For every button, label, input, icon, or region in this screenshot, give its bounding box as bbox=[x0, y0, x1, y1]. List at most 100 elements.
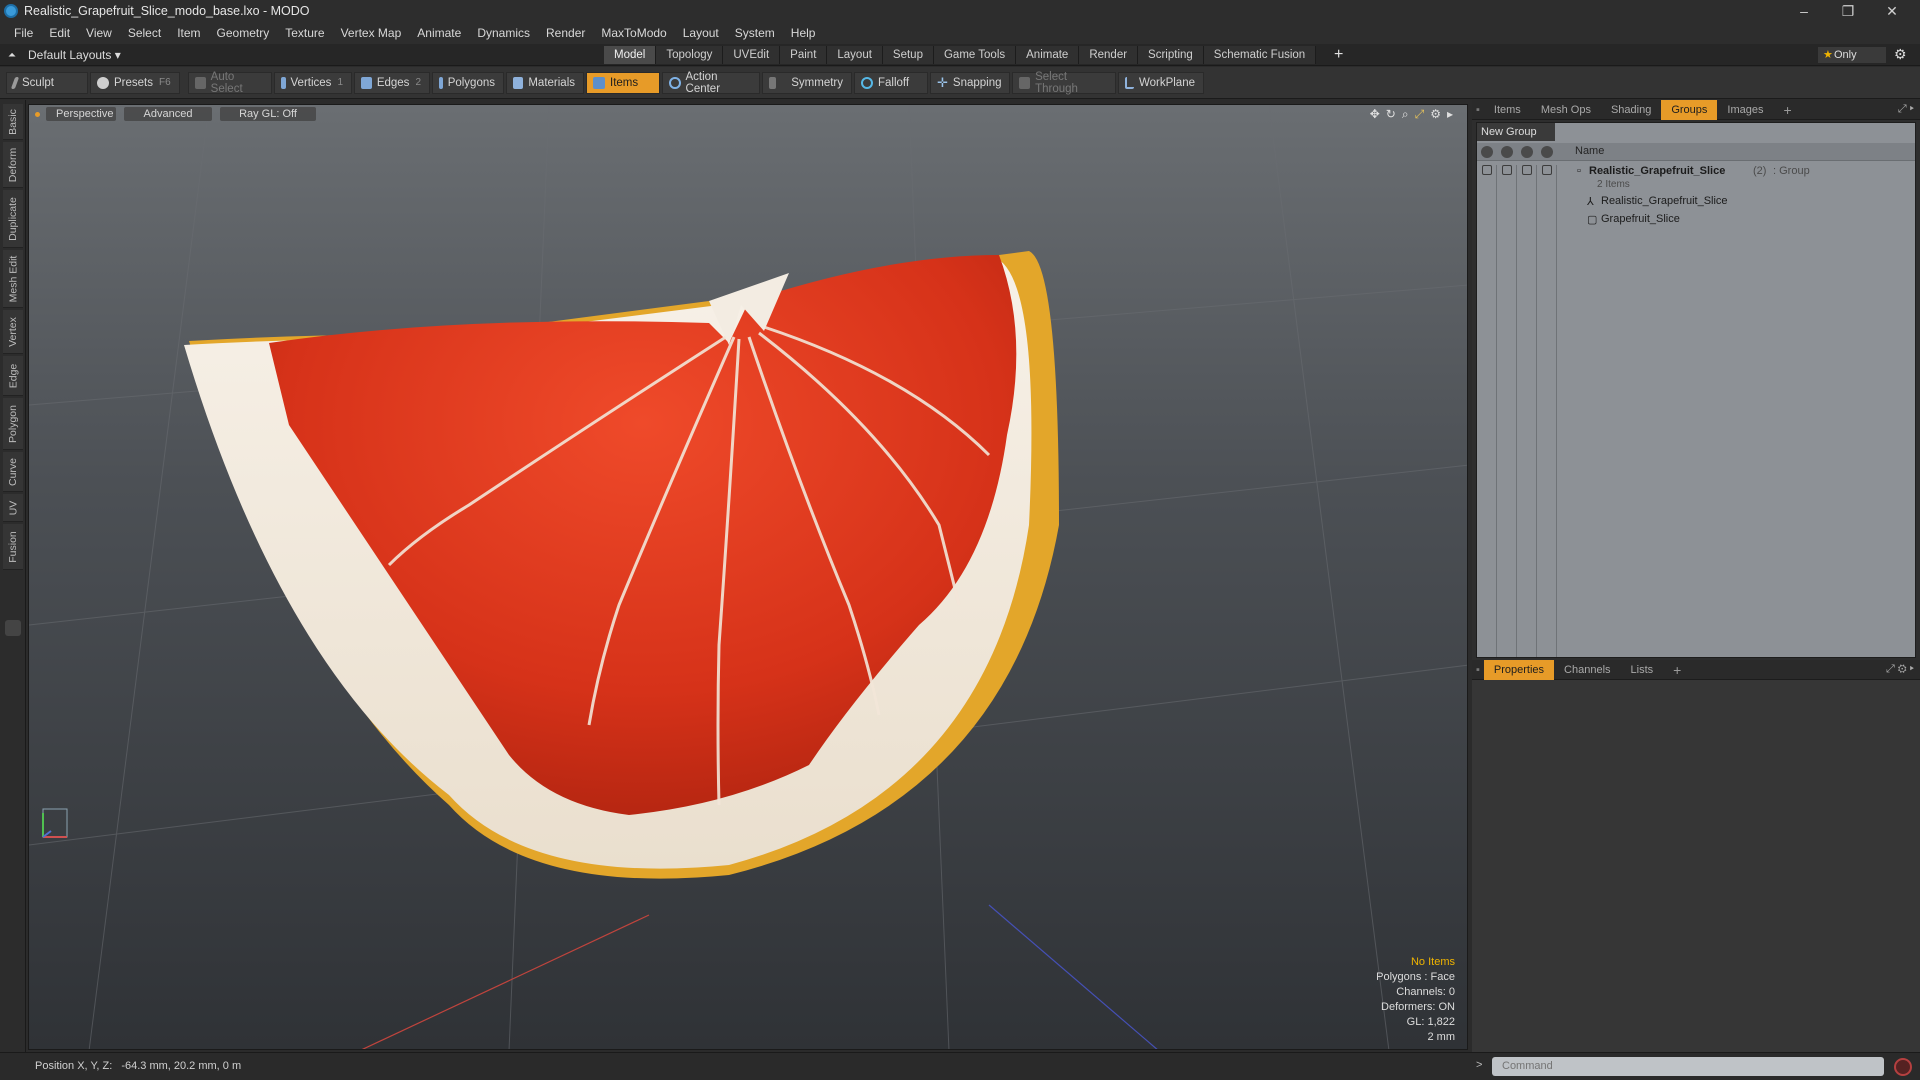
items-button[interactable]: Items bbox=[586, 71, 660, 94]
menu-maxtomodo[interactable]: MaxToModo bbox=[593, 22, 674, 44]
vtab-edge[interactable]: Edge bbox=[3, 356, 23, 396]
menu-texture[interactable]: Texture bbox=[277, 22, 332, 44]
polygons-button[interactable]: Polygons bbox=[432, 71, 504, 94]
command-input[interactable] bbox=[1492, 1057, 1884, 1076]
layout-selector[interactable]: ⏶ Default Layouts ▾ bbox=[8, 47, 121, 63]
vtab-curve-label: Curve bbox=[7, 457, 20, 486]
add-properties-tab-icon[interactable]: + bbox=[1663, 660, 1691, 680]
menu-help[interactable]: Help bbox=[783, 22, 824, 44]
add-panel-tab-icon[interactable]: + bbox=[1773, 100, 1801, 120]
only-toggle[interactable]: ★ Only bbox=[1818, 47, 1886, 63]
properties-expand-icon[interactable]: ⤢ ⚙ ▸ bbox=[1886, 663, 1914, 676]
tab-topology[interactable]: Topology bbox=[656, 46, 724, 64]
tab-items[interactable]: Items bbox=[1484, 100, 1531, 120]
menu-item[interactable]: Item bbox=[169, 22, 208, 44]
lock-column-icon[interactable] bbox=[1521, 146, 1533, 158]
tab-groups[interactable]: Groups bbox=[1661, 99, 1718, 120]
menu-dynamics[interactable]: Dynamics bbox=[469, 22, 538, 44]
panel-expand-icon[interactable]: ⤢ ▸ bbox=[1898, 103, 1914, 116]
menu-file[interactable]: File bbox=[6, 22, 41, 44]
eye-icon[interactable] bbox=[1482, 165, 1492, 175]
close-button[interactable]: ✕ bbox=[1870, 0, 1914, 22]
panel-menu-icon[interactable]: ▪ bbox=[1472, 100, 1484, 120]
menu-view[interactable]: View bbox=[78, 22, 120, 44]
tab-mesh-ops[interactable]: Mesh Ops bbox=[1531, 100, 1601, 120]
select-through-label: Select Through bbox=[1035, 70, 1078, 95]
vtab-vertex[interactable]: Vertex bbox=[3, 310, 23, 354]
symmetry-button[interactable]: Symmetry bbox=[762, 71, 852, 94]
select-column-icon[interactable] bbox=[1541, 146, 1553, 158]
auto-select-button[interactable]: Auto Select bbox=[188, 71, 272, 95]
tab-setup[interactable]: Setup bbox=[882, 46, 934, 64]
menu-geometry[interactable]: Geometry bbox=[209, 22, 278, 44]
presets-button[interactable]: Presets F6 bbox=[90, 71, 180, 94]
vtab-curve[interactable]: Curve bbox=[3, 452, 23, 492]
vertices-button[interactable]: Vertices 1 bbox=[274, 71, 352, 94]
new-group-button[interactable]: New Group bbox=[1477, 123, 1555, 141]
panel-toggle-button[interactable] bbox=[5, 620, 21, 636]
record-macro-icon[interactable] bbox=[1894, 1058, 1912, 1076]
edges-button[interactable]: Edges 2 bbox=[354, 71, 430, 94]
raygl-button[interactable]: Ray GL: Off bbox=[220, 107, 316, 121]
3d-viewport[interactable]: Perspective Advanced Ray GL: Off ✥ ↻ ⌕ ⤢… bbox=[28, 104, 1468, 1050]
render-column-icon[interactable] bbox=[1501, 146, 1513, 158]
tab-schematic-fusion[interactable]: Schematic Fusion bbox=[1203, 46, 1317, 64]
visibility-column-icon[interactable] bbox=[1481, 146, 1493, 158]
vtab-polygon[interactable]: Polygon bbox=[3, 398, 23, 450]
menu-vertex-map[interactable]: Vertex Map bbox=[333, 22, 410, 44]
viewport-menu-dot[interactable] bbox=[35, 111, 40, 117]
menu-render[interactable]: Render bbox=[538, 22, 593, 44]
menu-system[interactable]: System bbox=[727, 22, 783, 44]
vtab-uv[interactable]: UV bbox=[3, 494, 23, 522]
tab-channels[interactable]: Channels bbox=[1554, 660, 1620, 680]
lock-toggle-icon[interactable] bbox=[1522, 165, 1532, 175]
menu-layout[interactable]: Layout bbox=[675, 22, 727, 44]
vtab-deform[interactable]: Deform bbox=[3, 142, 23, 188]
vtab-mesh-edit[interactable]: Mesh Edit bbox=[3, 250, 23, 308]
render-toggle-icon[interactable] bbox=[1502, 165, 1512, 175]
properties-menu-icon[interactable]: ▪ bbox=[1472, 660, 1484, 680]
action-center-button[interactable]: Action Center bbox=[662, 71, 760, 95]
shading-mode-button[interactable]: Advanced bbox=[124, 107, 212, 121]
add-tab-button[interactable]: + bbox=[1334, 44, 1343, 66]
restore-button[interactable]: ❐ bbox=[1826, 0, 1870, 22]
pan-icon[interactable]: ✥ bbox=[1370, 107, 1380, 122]
workplane-button[interactable]: WorkPlane bbox=[1118, 71, 1204, 94]
gear-icon[interactable]: ⚙ bbox=[1894, 46, 1907, 63]
select-toggle-icon[interactable] bbox=[1542, 165, 1552, 175]
view-mode-button[interactable]: Perspective bbox=[46, 107, 116, 121]
vtab-basic[interactable]: Basic bbox=[3, 104, 23, 140]
fit-icon[interactable]: ⤢ bbox=[1415, 107, 1425, 122]
vtab-duplicate[interactable]: Duplicate bbox=[3, 190, 23, 248]
expand-arrow-icon[interactable]: ▸ bbox=[1447, 107, 1453, 122]
tab-model[interactable]: Model bbox=[604, 46, 657, 64]
tab-layout[interactable]: Layout bbox=[827, 46, 883, 64]
tab-properties[interactable]: Properties bbox=[1483, 659, 1555, 680]
group-member-row[interactable]: ▢ Grapefruit_Slice bbox=[1477, 213, 1915, 229]
tab-scripting[interactable]: Scripting bbox=[1138, 46, 1204, 64]
select-through-button[interactable]: Select Through bbox=[1012, 70, 1116, 95]
group-member-row[interactable]: ⅄ Realistic_Grapefruit_Slice bbox=[1477, 195, 1915, 211]
tab-shading[interactable]: Shading bbox=[1601, 100, 1661, 120]
tab-render[interactable]: Render bbox=[1079, 46, 1139, 64]
materials-button[interactable]: Materials bbox=[506, 71, 584, 94]
tab-lists[interactable]: Lists bbox=[1621, 660, 1664, 680]
rotate-icon[interactable]: ↻ bbox=[1386, 107, 1396, 122]
snapping-button[interactable]: ✛ Snapping bbox=[930, 71, 1010, 94]
sculpt-button[interactable]: Sculpt bbox=[6, 71, 88, 94]
menu-select[interactable]: Select bbox=[120, 22, 169, 44]
tab-game-tools[interactable]: Game Tools bbox=[933, 46, 1017, 64]
menu-animate[interactable]: Animate bbox=[409, 22, 469, 44]
menu-edit[interactable]: Edit bbox=[41, 22, 78, 44]
vtab-fusion[interactable]: Fusion bbox=[3, 524, 23, 570]
falloff-button[interactable]: Falloff bbox=[854, 71, 928, 94]
command-arrow-icon[interactable]: > bbox=[1476, 1059, 1482, 1071]
tab-uvedit[interactable]: UVEdit bbox=[723, 46, 781, 64]
tab-paint[interactable]: Paint bbox=[780, 46, 828, 64]
tab-images[interactable]: Images bbox=[1717, 100, 1773, 120]
tab-animate[interactable]: Animate bbox=[1016, 46, 1080, 64]
group-row[interactable]: ▫ Realistic_Grapefruit_Slice (2) : Group… bbox=[1477, 163, 1915, 193]
viewport-settings-icon[interactable]: ⚙ bbox=[1430, 107, 1441, 122]
zoom-icon[interactable]: ⌕ bbox=[1402, 107, 1409, 122]
minimize-button[interactable]: – bbox=[1782, 0, 1826, 22]
